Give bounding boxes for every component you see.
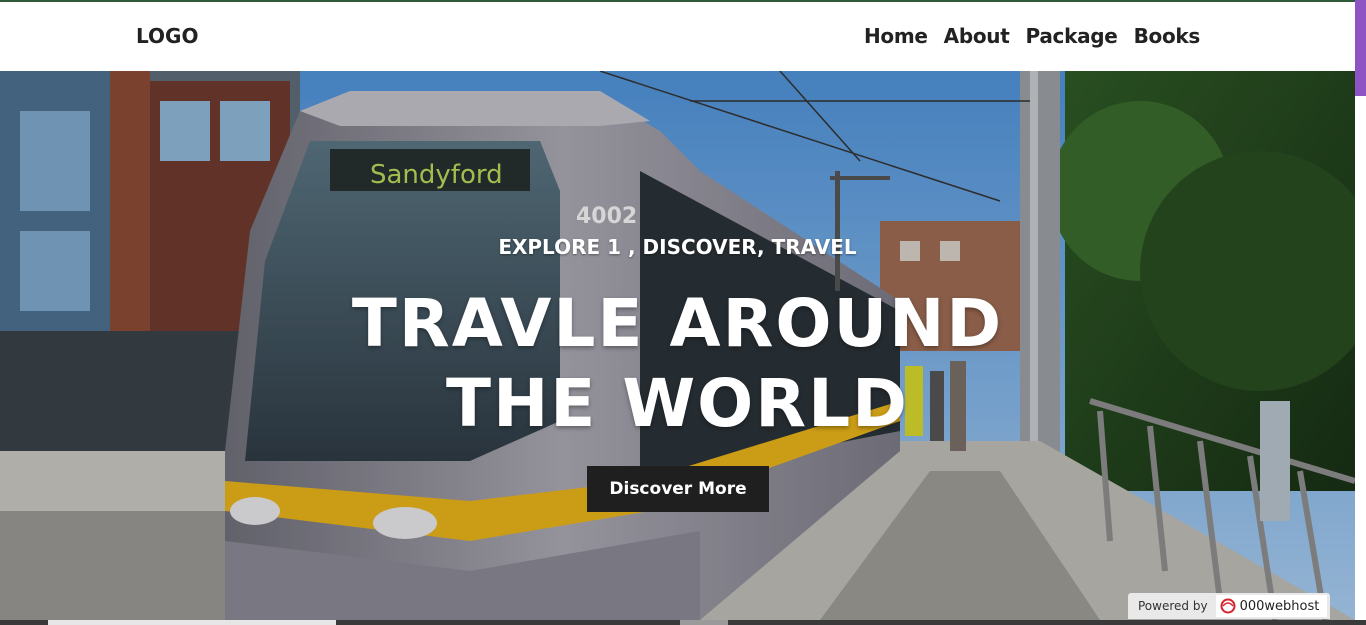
nav-link-books[interactable]: Books [1134, 24, 1201, 48]
site-logo[interactable]: LOGO [136, 24, 198, 48]
scrollbar-thumb[interactable] [1355, 0, 1366, 96]
webhost-brand-name: 000webhost [1239, 598, 1320, 614]
taskbar-strip [0, 620, 1366, 625]
taskbar-segment [680, 620, 728, 625]
main-nav: Home About Package Books [864, 24, 1200, 48]
hero-content: EXPLORE 1 , DISCOVER, TRAVEL TRAVLE AROU… [0, 71, 1355, 620]
webhost-brand[interactable]: 000webhost [1215, 595, 1328, 617]
hero-title: TRAVLE AROUND THE WORLD [0, 284, 1355, 444]
nav-link-home[interactable]: Home [864, 24, 928, 48]
000webhost-logo-icon [1220, 598, 1236, 614]
powered-by-label: Powered by [1138, 599, 1208, 613]
discover-more-button[interactable]: Discover More [587, 466, 769, 512]
header-navbar: LOGO Home About Package Books [0, 2, 1355, 71]
page-scrollbar[interactable] [1355, 0, 1366, 625]
taskbar-segment [48, 620, 336, 625]
hero-title-line-2: THE WORLD [446, 365, 909, 442]
hero-section: Sandyford 4002 EXPLORE 1 , DISCOVER, TRA… [0, 71, 1355, 620]
hero-subtitle: EXPLORE 1 , DISCOVER, TRAVEL [498, 235, 857, 259]
nav-link-about[interactable]: About [944, 24, 1010, 48]
powered-by-badge[interactable]: Powered by 000webhost [1128, 593, 1330, 619]
nav-link-package[interactable]: Package [1026, 24, 1118, 48]
hero-title-line-1: TRAVLE AROUND [351, 285, 1004, 362]
